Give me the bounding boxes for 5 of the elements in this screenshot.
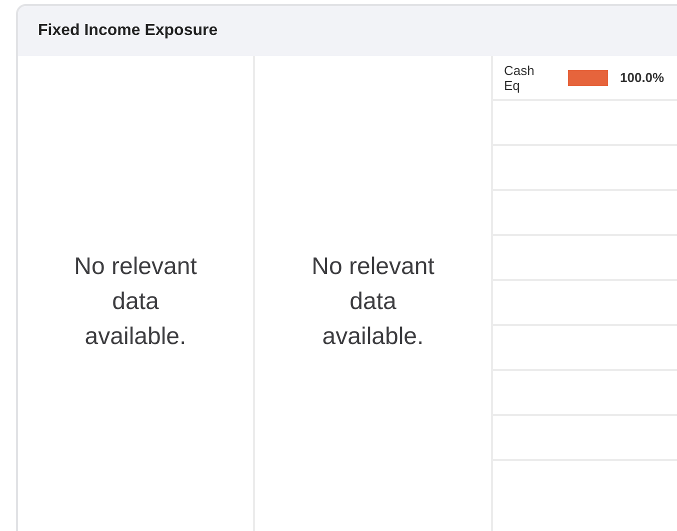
row-label: Cash Eq — [504, 62, 536, 92]
empty-message: No relevant data available. — [73, 252, 198, 352]
row-value: 100.0% — [620, 70, 664, 85]
empty-message: No relevant data available. — [310, 252, 436, 352]
card-title: Fixed Income Exposure — [38, 22, 218, 40]
